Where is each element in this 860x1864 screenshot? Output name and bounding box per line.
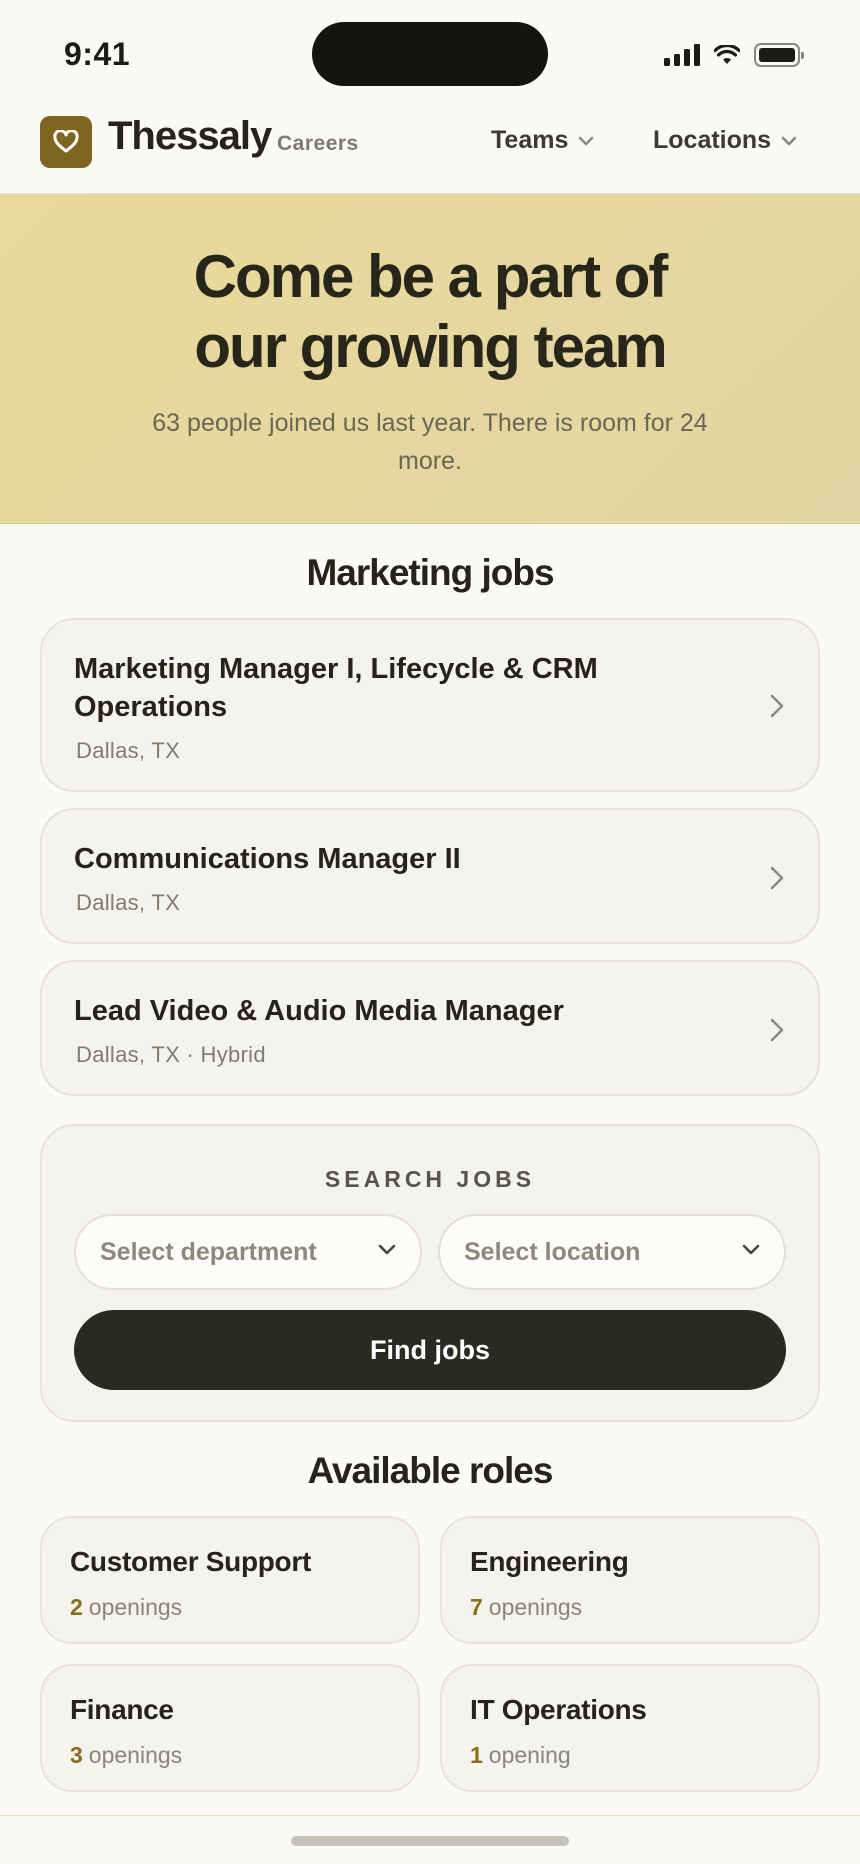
nav-teams-label: Teams (491, 126, 569, 154)
wifi-icon (714, 45, 740, 64)
department-select[interactable]: Select department (74, 1214, 422, 1290)
job-title: Marketing Manager I, Lifecycle & CRM Ope… (74, 653, 598, 723)
job-card[interactable]: Marketing Manager I, Lifecycle & CRM Ope… (40, 618, 820, 792)
role-name: Customer Support (70, 1546, 311, 1577)
home-indicator[interactable] (291, 1836, 569, 1846)
brand-name[interactable]: Thessaly (108, 114, 272, 159)
hero-banner: Come be a part of our growing team 63 pe… (0, 194, 860, 524)
nav-locations-label: Locations (653, 126, 772, 154)
hero-title: Come be a part of our growing team (0, 242, 860, 382)
chevron-right-icon (770, 866, 784, 890)
role-openings: 2 openings (70, 1594, 182, 1621)
role-name: Engineering (470, 1546, 629, 1577)
site-header: Thessaly Careers Teams Locations (0, 110, 860, 194)
openings-count: 3 (70, 1742, 83, 1768)
logo[interactable] (40, 116, 92, 168)
job-location: Dallas, TX · Hybrid (76, 1042, 266, 1067)
search-jobs-label: SEARCH JOBS (324, 1166, 536, 1192)
openings-count: 2 (70, 1594, 83, 1620)
job-title: Communications Manager II (74, 843, 461, 875)
openings-count: 7 (470, 1594, 483, 1620)
status-icons (664, 42, 804, 68)
location-select[interactable]: Select location (438, 1214, 786, 1290)
chevron-down-icon (378, 1244, 396, 1255)
role-openings: 7 openings (470, 1594, 582, 1621)
hero-title-line-1: Come be a part of (193, 243, 669, 310)
chevron-down-icon (579, 136, 594, 145)
role-name: IT Operations (470, 1694, 647, 1725)
brand-subtitle: Careers (277, 132, 359, 155)
nav-teams[interactable]: Teams (491, 126, 594, 155)
search-jobs-panel: SEARCH JOBS Select department Select loc… (40, 1124, 820, 1422)
openings-unit: openings (88, 1742, 183, 1768)
status-bar: 9:41 (0, 0, 860, 110)
openings-unit: opening (488, 1742, 571, 1768)
openings-unit: openings (488, 1594, 583, 1620)
dynamic-island (312, 22, 548, 86)
battery-icon (754, 43, 804, 67)
job-card[interactable]: Communications Manager II Dallas, TX (40, 808, 820, 944)
location-select-value: Select location (464, 1238, 641, 1266)
chevron-right-icon (770, 1018, 784, 1042)
role-card-engineering[interactable]: Engineering 7 openings (440, 1516, 820, 1644)
heart-icon (53, 130, 79, 153)
find-jobs-button[interactable]: Find jobs (74, 1310, 786, 1390)
marketing-jobs-title: Marketing jobs (306, 552, 554, 593)
hero-subtitle: 63 people joined us last year. There is … (152, 409, 708, 475)
role-openings: 1 opening (470, 1742, 571, 1769)
role-card-finance[interactable]: Finance 3 openings (40, 1664, 420, 1792)
nav-locations[interactable]: Locations (653, 126, 797, 155)
hero-title-line-2: our growing team (194, 313, 667, 380)
cellular-signal-icon (664, 44, 700, 66)
status-time: 9:41 (64, 36, 131, 72)
role-card-it-operations[interactable]: IT Operations 1 opening (440, 1664, 820, 1792)
chevron-right-icon (770, 694, 784, 718)
bottom-divider (0, 1815, 860, 1816)
chevron-down-icon (742, 1244, 760, 1255)
role-name: Finance (70, 1694, 174, 1725)
role-openings: 3 openings (70, 1742, 182, 1769)
department-select-value: Select department (100, 1238, 317, 1266)
job-location: Dallas, TX (76, 890, 181, 915)
available-roles-title: Available roles (307, 1450, 554, 1491)
role-card-customer-support[interactable]: Customer Support 2 openings (40, 1516, 420, 1644)
chevron-down-icon (781, 136, 797, 145)
openings-count: 1 (470, 1742, 483, 1768)
job-title: Lead Video & Audio Media Manager (74, 995, 564, 1027)
openings-unit: openings (88, 1594, 183, 1620)
job-card[interactable]: Lead Video & Audio Media Manager Dallas,… (40, 960, 820, 1096)
job-location: Dallas, TX (76, 738, 181, 763)
